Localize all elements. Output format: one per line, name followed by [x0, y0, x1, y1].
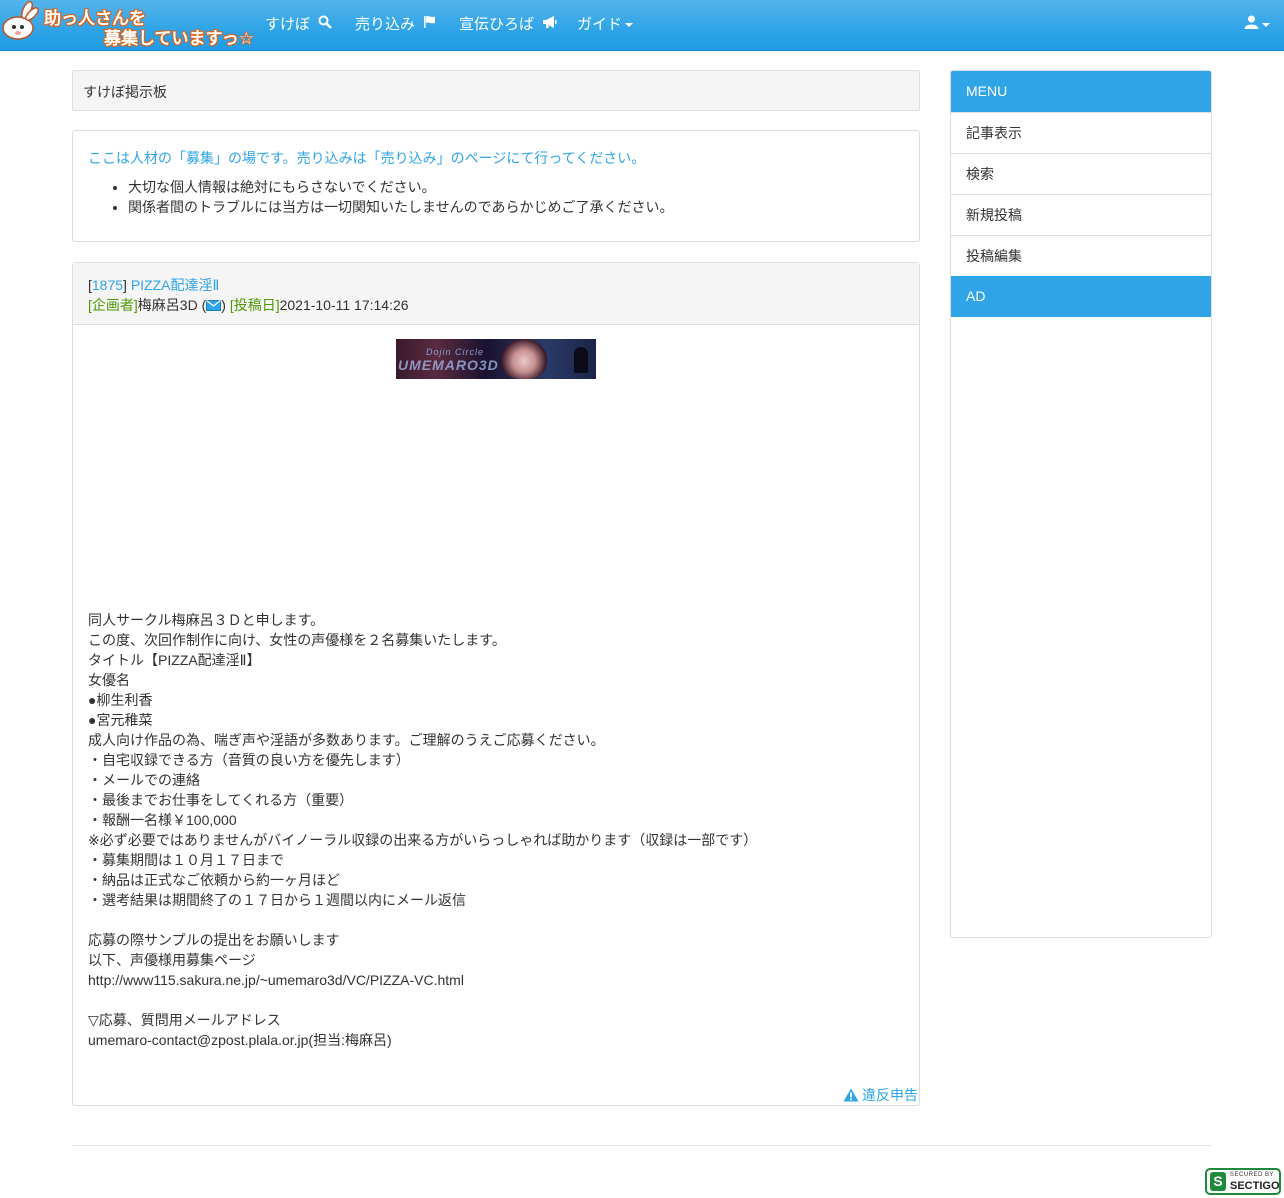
post-date: 2021-10-11 17:14:26	[279, 297, 409, 313]
post-body-line	[88, 910, 908, 930]
post-body-line: ・募集期間は１０月１７日まで	[88, 852, 284, 868]
circle-banner-image[interactable]: Dojin Circle UMEMARO3D	[396, 339, 596, 379]
post-panel: [1875] PIZZA配達淫Ⅱ [企画者]梅麻呂3D () [投稿日]2021…	[72, 262, 920, 1106]
post-body: 同人サークル梅麻呂３Ｄと申します。この度、次回作制作に向け、女性の声優様を２名募…	[88, 610, 908, 1050]
nav-urikomi-label: 売り込み	[355, 16, 416, 33]
user-menu-dropdown[interactable]	[1244, 0, 1270, 50]
post-body-line: この度、次回作制作に向け、女性の声優様を２名募集いたします。	[88, 632, 506, 648]
rabbit-logo-icon	[2, 0, 39, 40]
notice-panel: ここは人材の「募集」の場です。売り込みは「売り込み」のページにて行ってください。…	[72, 130, 920, 242]
post-body-line: 女優名	[88, 672, 130, 688]
report-violation-link[interactable]: 違反申告	[843, 1085, 918, 1105]
breadcrumb: すけぼ掲示板	[72, 70, 920, 111]
nav-sukebo-label: すけぼ	[265, 16, 311, 33]
nav-urikomi[interactable]: 売り込み	[355, 0, 436, 50]
badge-line1: SECURED BY	[1230, 1172, 1275, 1178]
caret-down-icon	[625, 23, 634, 28]
post-meta-line: [企画者]梅麻呂3D () [投稿日]2021-10-11 17:14:26	[88, 297, 409, 314]
warning-icon	[843, 1088, 859, 1102]
sidebar-item-edit-post[interactable]: 投稿編集	[951, 235, 1211, 275]
post-id-link[interactable]: 1875	[92, 277, 123, 293]
post-body-line: umemaro-contact@zpost.plala.or.jp(担当:梅麻呂…	[88, 1032, 392, 1048]
sidebar-ad-heading: AD	[951, 276, 1211, 317]
post-body-line: 同人サークル梅麻呂３Ｄと申します。	[88, 612, 325, 628]
banner-small-text: Dojin Circle	[426, 347, 485, 357]
nav-sukebo[interactable]: すけぼ	[265, 0, 333, 50]
post-body-line: ・納品は正式なご依頼から約一ヶ月ほど	[88, 872, 340, 888]
user-caret-icon	[1262, 23, 1270, 28]
search-icon	[318, 0, 333, 50]
planner-label: 企画者	[91, 297, 134, 313]
post-body-line: 成人向け作品の為、喘ぎ声や淫語が多数あります。ご理解のうえご応募ください。	[88, 732, 605, 748]
sidebar-item-view[interactable]: 記事表示	[951, 112, 1211, 152]
post-body-line: ・最後までお仕事をしてくれる方（重要）	[88, 792, 354, 808]
banner-figure	[574, 347, 588, 373]
date-label: 投稿日	[233, 297, 276, 313]
banner-face	[501, 339, 547, 379]
post-body-line: ●宮元稚菜	[88, 712, 153, 728]
bullhorn-icon	[542, 0, 557, 50]
post-body-line: 以下、声優様用募集ページ	[88, 952, 256, 968]
post-body-line: ・メールでの連絡	[88, 772, 200, 788]
post-body-line: 応募の際サンプルの提出をお願いします	[88, 932, 340, 948]
post-body-line: ●柳生利香	[88, 692, 153, 708]
post-body-line	[88, 990, 908, 1010]
brand-title-line2: 募集していますっ☆	[104, 29, 255, 49]
post-body-line: ▽応募、質問用メールアドレス	[88, 1012, 281, 1028]
post-body-line: タイトル【PIZZA配達淫Ⅱ】	[88, 652, 261, 668]
nav-guide-dropdown[interactable]: ガイド	[577, 0, 634, 50]
nav-senden-hiroba[interactable]: 宣伝ひろば	[459, 0, 557, 50]
post-body-line: ・選考結果は期間終了の１７日から１週間以内にメール返信	[88, 892, 466, 908]
post-title-line: [1875] PIZZA配達淫Ⅱ	[88, 277, 220, 293]
sidebar-item-search[interactable]: 検索	[951, 153, 1211, 193]
badge-line2: SECTIGO	[1230, 1180, 1280, 1192]
notice-lead: ここは人材の「募集」の場です。売り込みは「売り込み」のページにて行ってください。	[88, 150, 646, 166]
sectigo-badge[interactable]: S SECURED BY SECTIGO	[1205, 1168, 1281, 1195]
post-header: [1875] PIZZA配達淫Ⅱ [企画者]梅麻呂3D () [投稿日]2021…	[73, 263, 919, 325]
footer-divider	[72, 1145, 1212, 1146]
post-body-line: ※必ず必要ではありませんがバイノーラル収録の出来る方がいらっしゃれば助かります（…	[88, 832, 758, 848]
rule-item: 大切な個人情報は絶対にもらさないでください。	[128, 177, 673, 197]
top-navbar: 助っ人さんを 募集していますっ☆ すけぼ 売り込み 宣伝ひろば ガイド	[0, 0, 1284, 51]
rule-item: 関係者間のトラブルには当方は一切関知いたしませんのであらかじめご了承ください。	[128, 197, 673, 217]
mail-icon[interactable]	[206, 298, 222, 314]
post-body-line: http://www115.sakura.ne.jp/~umemaro3d/VC…	[88, 972, 464, 988]
user-icon	[1244, 0, 1259, 50]
nav-guide-label: ガイド	[577, 16, 623, 33]
banner-big-text: UMEMARO3D	[398, 357, 499, 373]
post-body-line: ・報酬一名様￥100,000	[88, 812, 237, 828]
sidebar-panel: MENU 記事表示 検索 新規投稿 投稿編集 AD	[950, 70, 1212, 938]
flag-icon	[423, 0, 436, 50]
nav-senden-label: 宣伝ひろば	[459, 16, 535, 33]
site-logo[interactable]: 助っ人さんを 募集していますっ☆	[0, 0, 254, 50]
breadcrumb-label: すけぼ掲示板	[83, 84, 167, 100]
sectigo-logo-icon: S	[1210, 1172, 1226, 1191]
rules-list: 大切な個人情報は絶対にもらさないでください。 関係者間のトラブルには当方は一切関…	[88, 177, 673, 217]
sidebar-item-new-post[interactable]: 新規投稿	[951, 194, 1211, 234]
post-title-link[interactable]: PIZZA配達淫Ⅱ	[131, 277, 220, 293]
post-body-line: ・自宅収録できる方（音質の良い方を優先します）	[88, 752, 410, 768]
report-label: 違反申告	[862, 1087, 918, 1103]
sidebar-menu-heading: MENU	[951, 71, 1211, 112]
planner-name: 梅麻呂3D	[137, 297, 198, 313]
